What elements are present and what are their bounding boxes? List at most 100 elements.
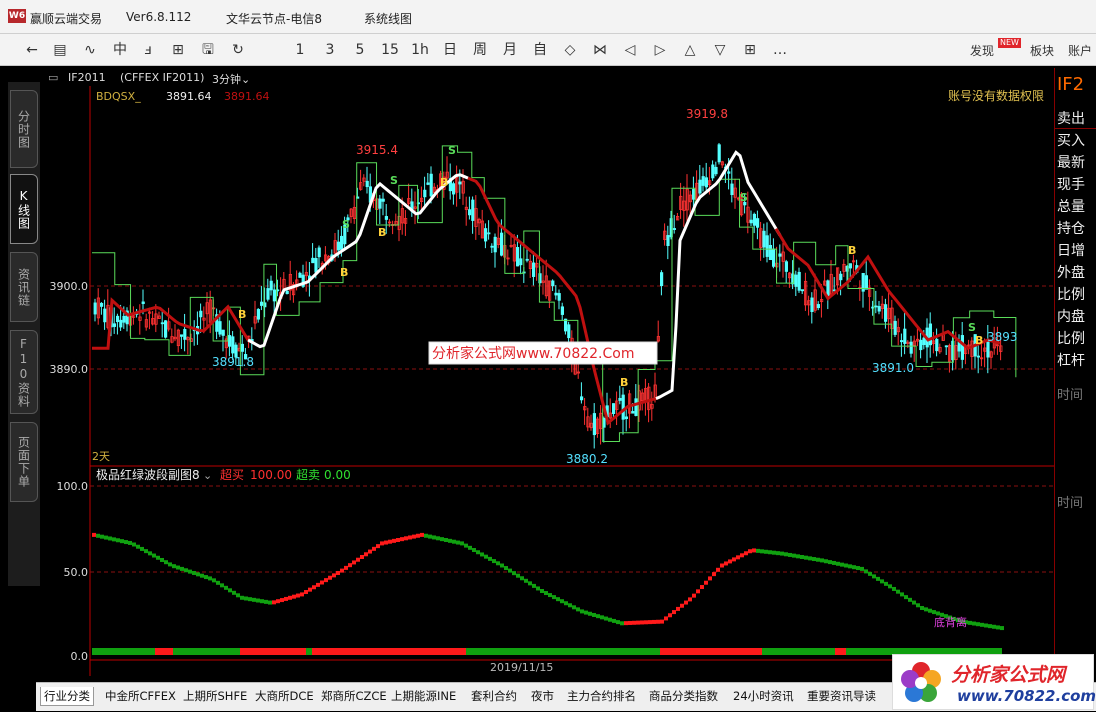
toolbar-button-0[interactable]: ← (22, 40, 42, 60)
toolbar-button-11[interactable]: 15 (380, 40, 400, 60)
candle-body (810, 297, 814, 312)
state-band-7 (660, 648, 762, 655)
bottom-tab-7[interactable]: 夜市 (528, 687, 557, 705)
toolbar-link-0[interactable]: 发现 (970, 42, 994, 59)
wave-bar (256, 598, 260, 603)
state-band-9 (835, 648, 846, 655)
candle-body (256, 309, 260, 320)
toolbar-button-3[interactable]: 中 (110, 40, 130, 60)
candle-body (717, 144, 721, 163)
side-tab-2[interactable]: 资讯链 (10, 252, 38, 322)
wave-bar (840, 562, 844, 567)
candle-body (554, 292, 558, 296)
candle-body (903, 328, 907, 344)
wave-bar (208, 576, 212, 581)
side-tab-0[interactable]: 分时图 (10, 90, 38, 168)
wave-bar (440, 537, 444, 542)
wave-bar (412, 534, 416, 539)
candle-body (179, 334, 184, 337)
bottom-tab-3[interactable]: 大商所DCE (252, 687, 317, 705)
toolbar-button-12[interactable]: 1h (410, 40, 430, 60)
quote-separator (1055, 128, 1096, 129)
wave-bar (364, 552, 368, 557)
toolbar-button-10[interactable]: 5 (350, 40, 370, 60)
wave-bar (752, 548, 756, 553)
bottom-tab-10[interactable]: 24小时资讯 (730, 687, 797, 705)
toolbar-button-2[interactable]: ∿ (80, 40, 100, 60)
candle-body (919, 339, 923, 351)
bottom-tab-1[interactable]: 中金所CFFEX (102, 687, 179, 705)
candle-body (976, 355, 981, 358)
toolbar-button-20[interactable]: ▷ (650, 40, 670, 60)
period-select[interactable]: 3分钟⌄ (212, 71, 250, 87)
chart-area[interactable]: BBSBS BSBSBSB BDQSX_ 3891.64 3891.64 账号没有数据权… (40, 86, 1054, 676)
bottom-tab-6[interactable]: 套利合约 (468, 687, 520, 705)
wave-bar (184, 568, 188, 573)
wave-bar (740, 553, 744, 558)
wave-bar (228, 588, 232, 593)
toolbar-button-4[interactable]: ⅎ (138, 40, 158, 60)
toolbar-button-1[interactable]: ▤ (50, 40, 70, 60)
stock-info-bar: ▭ IF2011 (CFFEX IF2011) 3分钟⌄ (40, 68, 1054, 86)
side-tab-4[interactable]: 页面下单 (10, 422, 38, 502)
wave-bar (584, 610, 588, 615)
wave-bar (300, 592, 304, 597)
wave-bar (696, 589, 700, 594)
wave-bar (496, 561, 500, 566)
wave-bar (836, 561, 840, 566)
toolbar-button-18[interactable]: ⋈ (590, 40, 610, 60)
candle-body (458, 181, 462, 185)
toolbar-button-8[interactable]: 1 (290, 40, 310, 60)
toolbar-button-13[interactable]: 日 (440, 40, 460, 60)
toolbar-button-6[interactable]: 🖫 (198, 40, 218, 60)
bottom-tab-8[interactable]: 主力合约排名 (564, 687, 639, 705)
quote-item-6: 日增 (1057, 243, 1085, 259)
state-band-8 (762, 648, 835, 655)
side-tab-3[interactable]: F10资料 (10, 330, 38, 414)
wave-bar (284, 596, 288, 601)
bottom-tab-0[interactable]: 行业分类 (40, 687, 94, 706)
system-menu[interactable]: 系统线图 (364, 10, 412, 27)
toolbar-link-2[interactable]: 账户 (1068, 42, 1092, 59)
toolbar-button-17[interactable]: ◇ (560, 40, 580, 60)
toolbar-button-21[interactable]: △ (680, 40, 700, 60)
wave-bar (620, 621, 624, 626)
wave-bar (472, 548, 476, 553)
candle-body (816, 304, 821, 309)
wave-bar (532, 583, 536, 588)
wave-bar (392, 538, 396, 543)
wave-bar (936, 611, 940, 616)
toolbar-button-22[interactable]: ▽ (710, 40, 730, 60)
toolbar-link-1[interactable]: 板块 (1030, 42, 1054, 59)
bottom-tab-11[interactable]: 重要资讯导读 (804, 687, 879, 705)
toolbar-button-16[interactable]: 自 (530, 40, 550, 60)
wave-bar (788, 552, 792, 557)
bottom-tab-4[interactable]: 郑商所CZCE (318, 687, 390, 705)
wave-bar (736, 555, 740, 560)
dropdown-icon[interactable]: ▭ (48, 71, 58, 84)
symbol-code[interactable]: IF2011 (68, 71, 106, 84)
toolbar-button-14[interactable]: 周 (470, 40, 490, 60)
signal-marker-11: B (975, 334, 983, 347)
wave-bar (924, 607, 928, 612)
toolbar-button-23[interactable]: ⊞ (740, 40, 760, 60)
bottom-tab-5[interactable]: 上期能源INE (388, 687, 459, 705)
toolbar-button-15[interactable]: 月 (500, 40, 520, 60)
toolbar-button-7[interactable]: ↻ (228, 40, 248, 60)
candle-body (631, 411, 635, 414)
chevron-down-icon: ⌄ (241, 73, 251, 86)
toolbar-button-9[interactable]: 3 (320, 40, 340, 60)
quote-item-11: 杠杆 (1057, 353, 1085, 369)
bottom-tab-2[interactable]: 上期所SHFE (180, 687, 250, 705)
bottom-tab-9[interactable]: 商品分类指数 (646, 687, 721, 705)
cloud-node[interactable]: 文华云节点-电信8 (226, 10, 322, 27)
candle-body (384, 216, 389, 220)
toolbar-button-19[interactable]: ◁ (620, 40, 640, 60)
side-tab-1[interactable]: K线图 (10, 174, 38, 244)
wave-bar (616, 620, 620, 625)
wave-bar (800, 555, 804, 559)
toolbar-button-24[interactable]: … (770, 40, 790, 60)
toolbar-button-5[interactable]: ⊞ (168, 40, 188, 60)
wave-bar (764, 549, 768, 554)
app-version: Ver6.8.112 (126, 10, 192, 24)
